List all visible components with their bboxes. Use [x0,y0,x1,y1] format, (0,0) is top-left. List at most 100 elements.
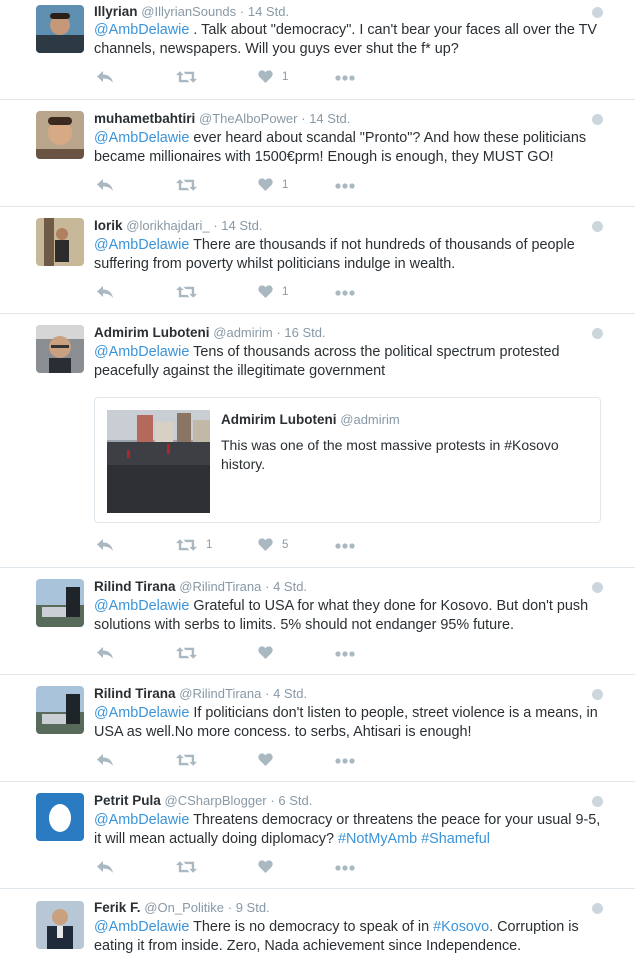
reply-icon [96,178,114,192]
reply-button[interactable] [96,860,114,874]
heart-icon [258,285,273,298]
retweet-button[interactable] [176,753,206,767]
hashtag-link[interactable]: #Kosovo [504,437,558,453]
user-name[interactable]: Illyrian [94,4,138,19]
timestamp[interactable]: · 4 Std. [265,579,307,594]
user-handle[interactable]: @RilindTirana [179,579,261,594]
retweet-button[interactable] [176,285,206,299]
more-button[interactable] [335,290,355,296]
hashtag-link[interactable]: #NotMyAmb [338,831,417,847]
avatar[interactable] [36,901,84,949]
user-handle[interactable]: @IllyrianSounds [141,4,236,19]
hashtag-link[interactable]: #Shameful [421,831,490,847]
like-button[interactable]: 1 [258,70,288,83]
user-handle[interactable]: @CSharpBlogger [165,793,267,808]
avatar[interactable] [36,579,84,627]
tweet[interactable]: muhametbahtiri @TheAlboPower · 14 Std. @… [0,100,635,207]
tweet-text: @AmbDelawie Threatens democracy or threa… [94,811,604,848]
like-button[interactable]: 1 [258,285,288,298]
mention-link[interactable]: @AmbDelawie [94,237,189,253]
heart-icon [258,860,273,873]
more-button[interactable] [335,758,355,764]
more-button[interactable] [335,183,355,189]
mention-link[interactable]: @AmbDelawie [94,812,189,828]
tweet[interactable]: Ferik F. @On_Politike · 9 Std. @AmbDelaw… [0,889,635,955]
more-button[interactable] [335,865,355,871]
user-name[interactable]: Admirim Luboteni [94,325,210,340]
user-handle[interactable]: @TheAlboPower [199,111,297,126]
like-button[interactable]: 5 [258,538,288,551]
avatar[interactable] [36,686,84,734]
user-name[interactable]: Rilind Tirana [94,579,176,594]
tweet-header: Admirim Luboteni @admirim · 16 Std. [94,325,326,340]
reply-button[interactable] [96,538,114,552]
tweet-body: There is no democracy to speak of in [193,919,434,935]
tweet[interactable]: Illyrian @IllyrianSounds · 14 Std. @AmbD… [0,0,635,100]
quoted-user-handle[interactable]: @admirim [340,412,399,427]
avatar[interactable] [36,111,84,159]
more-button[interactable] [335,543,355,549]
avatar[interactable] [36,218,84,266]
mention-link[interactable]: @AmbDelawie [94,130,189,146]
timestamp[interactable]: · 4 Std. [265,686,307,701]
mention-link[interactable]: @AmbDelawie [94,344,189,360]
retweet-button[interactable] [176,178,206,192]
timestamp[interactable]: · 6 Std. [270,793,312,808]
avatar[interactable] [36,5,84,53]
hashtag-link[interactable]: #Kosovo [433,919,489,935]
mention-link[interactable]: @AmbDelawie [94,919,189,935]
retweet-icon [176,178,197,192]
timestamp[interactable]: · 14 Std. [213,218,262,233]
tweet-text: @AmbDelawie Grateful to USA for what the… [94,597,604,634]
quoted-tweet-image[interactable] [107,410,210,513]
mention-link[interactable]: @AmbDelawie [94,705,189,721]
user-handle[interactable]: @lorikhajdari_ [126,218,209,233]
timestamp[interactable]: · 9 Std. [228,900,270,915]
user-name[interactable]: Rilind Tirana [94,686,176,701]
like-button[interactable] [258,860,282,873]
more-button[interactable] [335,651,355,657]
timestamp[interactable]: · 14 Std. [240,4,289,19]
globe-icon [592,114,603,125]
reply-button[interactable] [96,70,114,84]
like-button[interactable] [258,753,282,766]
tweet[interactable]: Petrit Pula @CSharpBlogger · 6 Std. @Amb… [0,782,635,889]
globe-icon [592,221,603,232]
tweet[interactable]: Admirim Luboteni @admirim · 16 Std. @Amb… [0,314,635,568]
reply-button[interactable] [96,646,114,660]
mention-link[interactable]: @AmbDelawie [94,22,189,38]
tweet-text: @AmbDelawie There are thousands if not h… [94,236,604,273]
user-name[interactable]: muhametbahtiri [94,111,195,126]
tweet-header: Rilind Tirana @RilindTirana · 4 Std. [94,686,307,701]
tweet-header: muhametbahtiri @TheAlboPower · 14 Std. [94,111,350,126]
timestamp[interactable]: · 14 Std. [301,111,350,126]
quoted-tweet[interactable]: Admirim Luboteni @admirim This was one o… [94,397,601,523]
user-handle[interactable]: @On_Politike [144,900,224,915]
like-button[interactable] [258,646,282,659]
avatar[interactable] [36,325,84,373]
user-handle[interactable]: @RilindTirana [179,686,261,701]
reply-button[interactable] [96,178,114,192]
retweet-button[interactable]: 1 [176,538,212,552]
like-count: 5 [282,538,289,551]
user-name[interactable]: Petrit Pula [94,793,161,808]
user-name[interactable]: Ferik F. [94,900,141,915]
avatar[interactable] [36,793,84,841]
user-name[interactable]: Iorik [94,218,123,233]
like-count: 1 [282,285,289,298]
retweet-button[interactable] [176,646,206,660]
quoted-user-name[interactable]: Admirim Luboteni [221,412,337,427]
more-button[interactable] [335,75,355,81]
retweet-button[interactable] [176,860,206,874]
mention-link[interactable]: @AmbDelawie [94,598,189,614]
tweet[interactable]: Rilind Tirana @RilindTirana · 4 Std. @Am… [0,675,635,782]
user-handle[interactable]: @admirim [213,325,272,340]
retweet-button[interactable] [176,70,206,84]
reply-button[interactable] [96,285,114,299]
retweet-count: 1 [206,539,213,551]
tweet[interactable]: Rilind Tirana @RilindTirana · 4 Std. @Am… [0,568,635,675]
timestamp[interactable]: · 16 Std. [276,325,325,340]
tweet[interactable]: Iorik @lorikhajdari_ · 14 Std. @AmbDelaw… [0,207,635,314]
like-button[interactable]: 1 [258,178,288,191]
reply-button[interactable] [96,753,114,767]
